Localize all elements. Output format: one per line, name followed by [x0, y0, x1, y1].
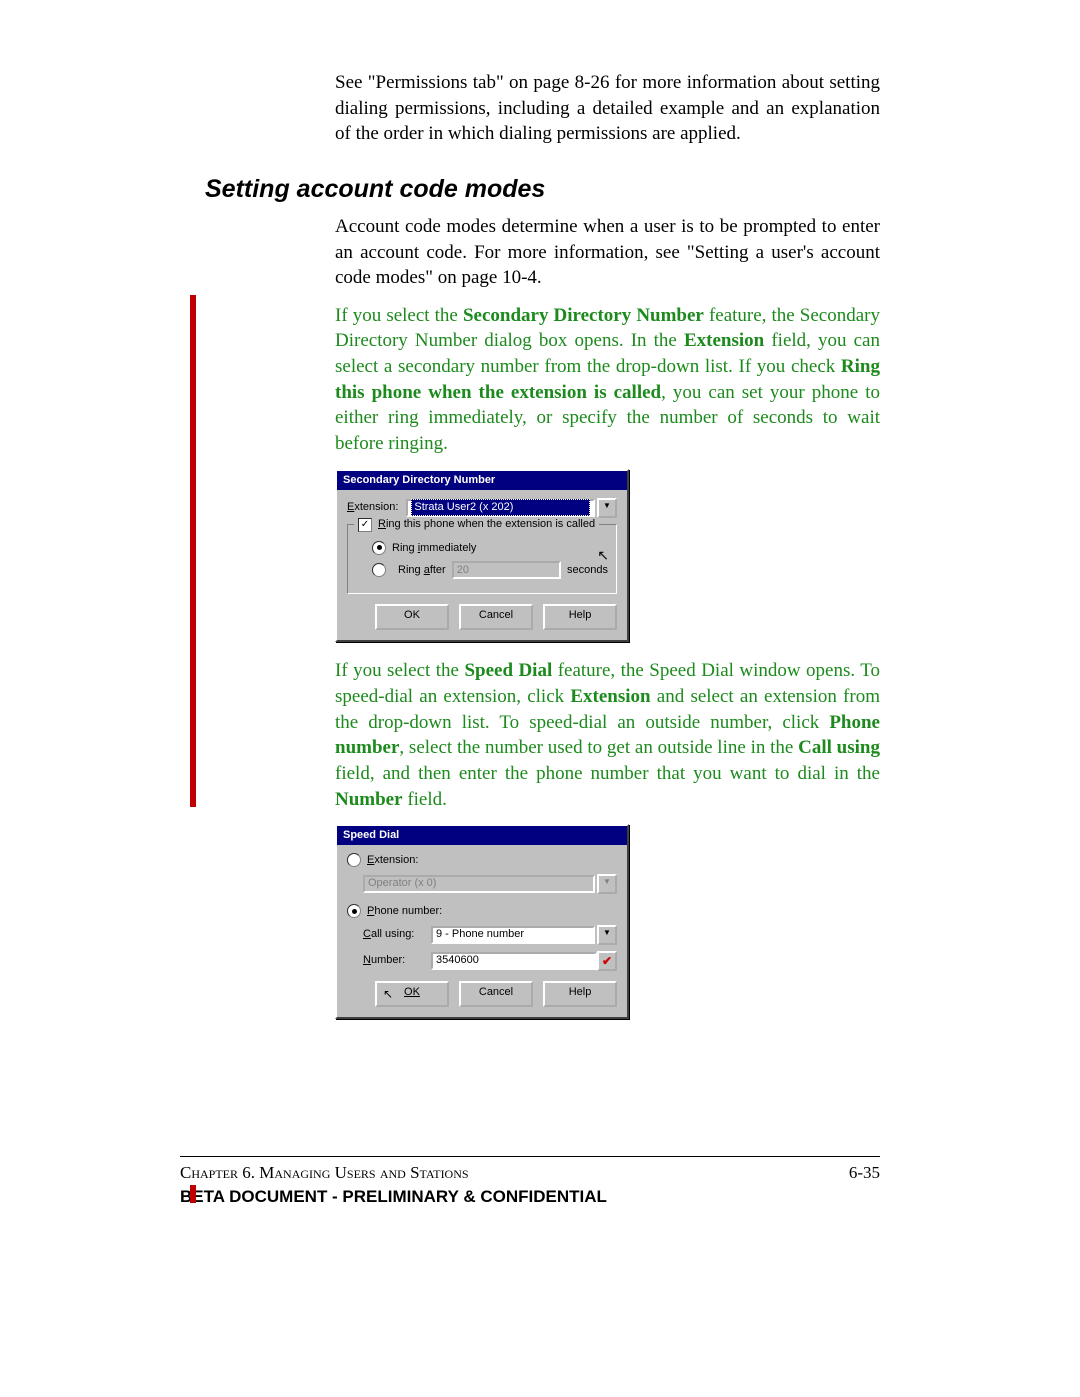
call-using-combo[interactable]: 9 - Phone number [431, 926, 595, 944]
dialog-title: Secondary Directory Number [337, 471, 627, 490]
cursor-icon: ↖ [597, 546, 609, 565]
speed-dial-dialog: Speed Dial Extension: Operator (x 0) ▼ P… [335, 824, 629, 1019]
phone-label: Phone number: [367, 904, 442, 919]
t: If you select the [335, 660, 464, 681]
ring-checkbox-row[interactable]: Ring this phone when the extension is ca… [354, 517, 599, 532]
change-bar-footer [190, 1185, 196, 1203]
t: field. [403, 789, 447, 810]
extension-radio-row[interactable]: Extension: [347, 853, 617, 868]
number-value: 3540600 [436, 953, 479, 968]
section-heading: Setting account code modes [205, 175, 880, 204]
button-row: OK Cancel Help [347, 604, 617, 630]
t: field, and then enter the phone number t… [335, 763, 880, 784]
extension-combo[interactable]: Strata User2 (x 202) [406, 499, 595, 517]
call-using-label: Call using: [363, 927, 423, 942]
extension-disabled-value: Operator (x 0) [368, 876, 436, 891]
ring-immediately-radio[interactable] [372, 541, 386, 555]
validate-icon[interactable]: ✔ [597, 951, 617, 971]
cursor-icon: ↖ [383, 985, 393, 1003]
section-body: Account code modes determine when a user… [335, 214, 880, 1019]
t: , select the number used to get an outsi… [399, 737, 798, 758]
number-label: Number: [363, 953, 423, 968]
help-button[interactable]: Help [543, 604, 617, 630]
ring-groupbox: Ring this phone when the extension is ca… [347, 524, 617, 595]
note-paragraph-2: If you select the Speed Dial feature, th… [335, 658, 880, 812]
body-text: See "Permissions tab" on page 8-26 for m… [335, 70, 880, 147]
intro-paragraph: See "Permissions tab" on page 8-26 for m… [335, 70, 880, 147]
page-footer: Chapter 6. Managing Users and Stations 6… [180, 1156, 880, 1207]
t: Number [335, 789, 403, 810]
chapter-label: Chapter 6. Managing Users and Stations [180, 1163, 469, 1183]
page-number: 6-35 [849, 1163, 880, 1183]
number-input[interactable]: 3540600 [431, 952, 597, 970]
cancel-button[interactable]: Cancel [459, 604, 533, 630]
extension-combo-disabled: Operator (x 0) [363, 875, 595, 893]
t: Extension [570, 686, 650, 707]
extension-label: Extension: [367, 853, 418, 868]
ring-after-radio[interactable] [372, 563, 386, 577]
dialog-title: Speed Dial [337, 826, 627, 845]
t: Secondary Directory Number [463, 305, 704, 326]
ring-after-row[interactable]: Ring after 20 seconds [372, 561, 608, 579]
note-paragraph-1: If you select the Secondary Directory Nu… [335, 303, 880, 457]
ok-label: OK [404, 986, 420, 998]
confidential-notice: BETA DOCUMENT - PRELIMINARY & CONFIDENTI… [180, 1187, 880, 1207]
ok-button[interactable]: ↖ OK [375, 981, 449, 1007]
help-button[interactable]: Help [543, 981, 617, 1007]
chevron-down-icon[interactable]: ▼ [597, 498, 617, 518]
ring-immediately-label: Ring immediately [392, 541, 476, 556]
t: Call using [798, 737, 880, 758]
ok-button[interactable]: OK [375, 604, 449, 630]
cancel-button[interactable]: Cancel [459, 981, 533, 1007]
dialog-body: Extension: Strata User2 (x 202) ▼ Ring t… [337, 490, 627, 641]
section-para-1: Account code modes determine when a user… [335, 214, 880, 291]
ring-after-label: Ring after [398, 563, 446, 578]
seconds-label: seconds [567, 563, 608, 578]
t: Extension [684, 330, 764, 351]
call-using-value: 9 - Phone number [436, 927, 524, 942]
change-bar [190, 295, 196, 807]
extension-radio[interactable] [347, 853, 361, 867]
page: See "Permissions tab" on page 8-26 for m… [0, 0, 1080, 1397]
phone-radio[interactable] [347, 904, 361, 918]
button-row: ↖ OK Cancel Help [347, 981, 617, 1007]
chevron-down-icon: ▼ [597, 874, 617, 894]
extension-value: Strata User2 (x 202) [411, 499, 590, 516]
chevron-down-icon[interactable]: ▼ [597, 925, 617, 945]
extension-label: Extension: [347, 500, 398, 515]
ring-immediately-row[interactable]: Ring immediately [372, 541, 608, 556]
ring-checkbox[interactable] [358, 518, 372, 532]
phone-radio-row[interactable]: Phone number: [347, 904, 617, 919]
t: Speed Dial [464, 660, 552, 681]
dialog-body: Extension: Operator (x 0) ▼ Phone number… [337, 845, 627, 1017]
ring-after-input[interactable]: 20 [452, 561, 561, 579]
secondary-directory-dialog: Secondary Directory Number Extension: St… [335, 469, 629, 643]
t: If you select the [335, 305, 463, 326]
